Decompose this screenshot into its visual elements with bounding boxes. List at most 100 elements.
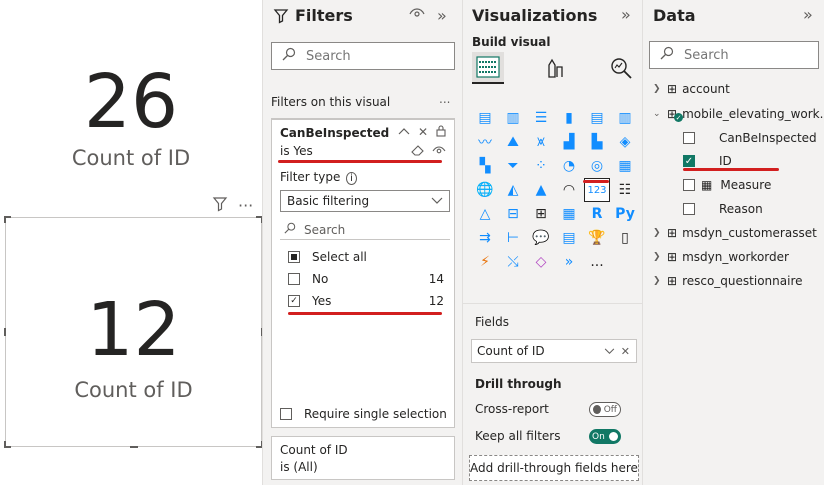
- table-node-msdyn-workorder[interactable]: ❯ ⊞ msdyn_workorder: [653, 250, 789, 264]
- build-visual-tab-icon[interactable]: [472, 52, 504, 84]
- r-script-visual-icon[interactable]: R: [584, 202, 610, 226]
- checkbox-checked[interactable]: ✓: [288, 295, 300, 307]
- more-options-icon[interactable]: ...: [439, 92, 450, 106]
- drill-through-drop-zone[interactable]: Add drill-through fields here: [469, 455, 639, 481]
- checkbox[interactable]: [683, 132, 695, 144]
- close-icon[interactable]: ✕: [621, 345, 630, 358]
- map-icon[interactable]: 🌐: [472, 178, 498, 202]
- info-icon[interactable]: i: [346, 172, 357, 185]
- checkbox-checked[interactable]: ✓: [683, 155, 695, 167]
- chevron-right-icon[interactable]: ❯: [653, 228, 663, 238]
- power-automate-icon[interactable]: ⤯: [500, 250, 526, 274]
- eraser-icon[interactable]: [411, 144, 424, 159]
- collapse-pane-icon[interactable]: »: [437, 6, 447, 25]
- clustered-column-chart-icon[interactable]: ▮: [556, 106, 582, 130]
- python-visual-icon[interactable]: Py: [612, 202, 638, 226]
- lock-icon[interactable]: [436, 125, 446, 140]
- checkbox[interactable]: [288, 273, 300, 285]
- checkbox[interactable]: [288, 251, 300, 263]
- field-measure[interactable]: ▦ Measure: [683, 178, 771, 192]
- cross-report-toggle[interactable]: Off: [589, 402, 621, 417]
- area-chart-icon[interactable]: ⛰: [500, 130, 526, 154]
- qa-visual-icon[interactable]: 💬: [528, 226, 554, 250]
- key-influencers-icon[interactable]: ⇉: [472, 226, 498, 250]
- chevron-down-icon[interactable]: ⌄: [653, 109, 663, 119]
- collapse-pane-icon[interactable]: »: [803, 5, 813, 24]
- get-more-visuals-icon[interactable]: »: [556, 250, 582, 274]
- collapse-chevron-icon[interactable]: [398, 125, 410, 140]
- waterfall-chart-icon[interactable]: ▚: [472, 154, 498, 178]
- table-node-mobile-elevating-work[interactable]: ⌄ ⊞ ✓ mobile_elevating_work...: [653, 107, 824, 122]
- goals-trophy-icon[interactable]: 🏆: [584, 226, 610, 250]
- table-node-account[interactable]: ❯ ⊞ account: [653, 82, 730, 96]
- 100-stacked-column-icon[interactable]: ▥: [612, 106, 638, 130]
- scatter-chart-icon[interactable]: ⁘: [528, 154, 554, 178]
- field-canbeinspected[interactable]: CanBeInspected: [683, 131, 817, 145]
- treemap-icon[interactable]: ▦: [612, 154, 638, 178]
- custom-visual-icon[interactable]: ◇: [528, 250, 554, 274]
- funnel-chart-icon[interactable]: ⏷: [500, 154, 526, 178]
- resize-handle[interactable]: [130, 446, 138, 448]
- filled-map-icon[interactable]: ◭: [500, 178, 526, 202]
- stacked-column-chart-icon[interactable]: ▥: [500, 106, 526, 130]
- clustered-bar-chart-icon[interactable]: ☰: [528, 106, 554, 130]
- stacked-area-chart-icon[interactable]: ⩙: [528, 130, 554, 154]
- field-well-count-of-id[interactable]: Count of ID ✕: [471, 339, 637, 363]
- filter-card-canbeinspected[interactable]: CanBeInspected ✕ is Yes Filter type i Ba…: [271, 118, 455, 428]
- filter-option-no[interactable]: No 14: [288, 272, 444, 286]
- checkbox[interactable]: [280, 408, 292, 420]
- chevron-down-icon[interactable]: [604, 345, 615, 358]
- chevron-right-icon[interactable]: ❯: [653, 84, 663, 94]
- filter-option-select-all[interactable]: Select all: [288, 250, 444, 264]
- keep-all-filters-toggle[interactable]: On: [589, 429, 621, 444]
- stacked-bar-chart-icon[interactable]: ▤: [472, 106, 498, 130]
- azure-map-icon[interactable]: ▲: [528, 178, 554, 202]
- filter-icon[interactable]: [212, 196, 228, 216]
- chevron-right-icon[interactable]: ❯: [653, 252, 663, 262]
- more-options-icon[interactable]: ···: [238, 196, 253, 216]
- field-id[interactable]: ✓ ID: [683, 154, 732, 168]
- line-column-chart-icon[interactable]: ▟: [556, 130, 582, 154]
- eye-icon[interactable]: [409, 6, 425, 25]
- kpi-icon[interactable]: △: [472, 202, 498, 226]
- gauge-icon[interactable]: ◠: [556, 178, 582, 202]
- data-search[interactable]: [649, 41, 819, 69]
- smart-narrative-icon[interactable]: ▤: [556, 226, 582, 250]
- search-input[interactable]: [684, 47, 804, 63]
- line-clustered-column-icon[interactable]: ▙: [584, 130, 610, 154]
- resize-handle[interactable]: [4, 441, 11, 448]
- close-icon[interactable]: ✕: [418, 125, 428, 140]
- 100-stacked-bar-icon[interactable]: ▤: [584, 106, 610, 130]
- card-visual-selected[interactable]: 12 Count of ID: [4, 216, 263, 448]
- filter-values-search[interactable]: Search: [280, 220, 450, 240]
- field-reason[interactable]: Reason: [683, 202, 763, 216]
- paginated-report-icon[interactable]: ▯: [612, 226, 638, 250]
- pie-chart-icon[interactable]: ◔: [556, 154, 582, 178]
- checkbox[interactable]: [683, 203, 695, 215]
- filters-search[interactable]: [271, 42, 455, 70]
- eye-icon[interactable]: [432, 144, 446, 159]
- matrix-visual-icon[interactable]: ▦: [556, 202, 582, 226]
- filter-card-count-of-id[interactable]: Count of ID is (All): [271, 436, 455, 480]
- resize-handle[interactable]: [4, 216, 11, 223]
- slicer-icon[interactable]: ⊟: [500, 202, 526, 226]
- donut-chart-icon[interactable]: ◎: [584, 154, 610, 178]
- table-node-resco-questionnaire[interactable]: ❯ ⊞ resco_questionnaire: [653, 274, 803, 288]
- power-apps-icon[interactable]: ⚡: [472, 250, 498, 274]
- filter-option-yes[interactable]: ✓ Yes 12: [288, 294, 444, 308]
- collapse-pane-icon[interactable]: »: [621, 5, 631, 24]
- analytics-magnifier-icon[interactable]: [605, 52, 637, 84]
- decomposition-tree-icon[interactable]: ⊢: [500, 226, 526, 250]
- table-visual-icon[interactable]: ⊞: [528, 202, 554, 226]
- require-single-selection[interactable]: Require single selection: [280, 407, 447, 421]
- search-input[interactable]: [306, 48, 426, 64]
- table-node-msdyn-customerasset[interactable]: ❯ ⊞ msdyn_customerasset: [653, 226, 817, 240]
- line-chart-icon[interactable]: 〰: [472, 130, 498, 154]
- checkbox[interactable]: [683, 179, 695, 191]
- chevron-right-icon[interactable]: ❯: [653, 276, 663, 286]
- card-visual-total[interactable]: 26 Count of ID: [0, 60, 262, 170]
- filter-type-select[interactable]: Basic filtering: [280, 190, 450, 212]
- ribbon-chart-icon[interactable]: ◈: [612, 130, 638, 154]
- more-visuals-icon[interactable]: ...: [584, 250, 610, 274]
- format-visual-paintbrush-icon[interactable]: [539, 52, 571, 84]
